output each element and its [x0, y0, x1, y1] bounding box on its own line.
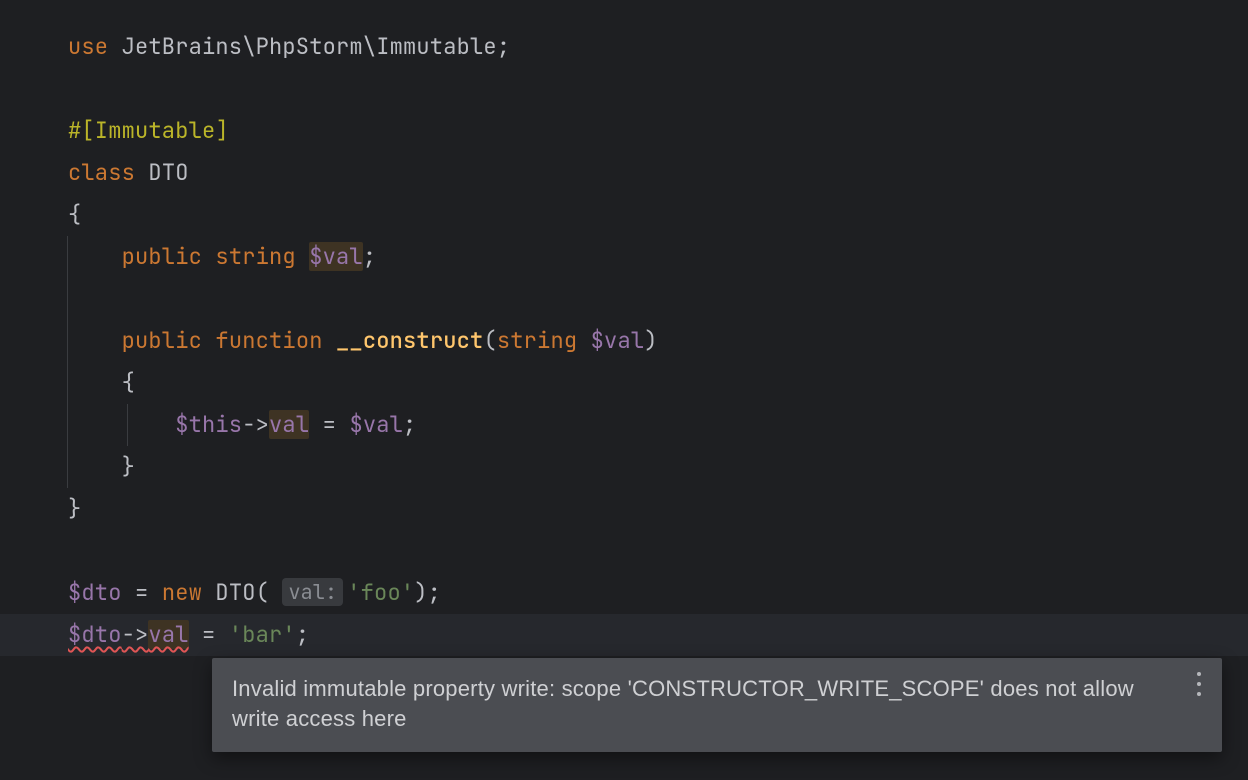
code-line[interactable]: public string $val;: [68, 236, 1248, 278]
code-line[interactable]: $this->val = $val;: [68, 404, 1248, 446]
tooltip-message: Invalid immutable property write: scope …: [232, 676, 1134, 731]
code-line[interactable]: [68, 530, 1248, 572]
namespace: JetBrains\PhpStorm\Immutable: [122, 32, 497, 61]
code-line[interactable]: #[Immutable]: [68, 110, 1248, 152]
code-editor[interactable]: use JetBrains\PhpStorm\Immutable; #[Immu…: [0, 0, 1248, 780]
code-line[interactable]: use JetBrains\PhpStorm\Immutable;: [68, 26, 1248, 68]
code-line[interactable]: public function __construct(string $val): [68, 320, 1248, 362]
code-line[interactable]: [68, 278, 1248, 320]
code-line[interactable]: }: [68, 446, 1248, 488]
code-line[interactable]: {: [68, 194, 1248, 236]
code-line[interactable]: class DTO: [68, 152, 1248, 194]
more-actions-icon[interactable]: [1190, 672, 1208, 696]
code-line[interactable]: }: [68, 488, 1248, 530]
keyword-use: use: [68, 32, 108, 61]
code-line[interactable]: $dto = new DTO( val:'foo');: [68, 572, 1248, 614]
parameter-hint: val:: [282, 578, 343, 606]
class-name: DTO: [148, 158, 188, 187]
code-line[interactable]: [68, 68, 1248, 110]
attribute: #[Immutable]: [68, 116, 229, 145]
method-name: __construct: [336, 326, 483, 355]
code-line[interactable]: {: [68, 362, 1248, 404]
inspection-tooltip: Invalid immutable property write: scope …: [212, 658, 1222, 752]
code-line-error[interactable]: $dto->val = 'bar';: [68, 614, 1248, 656]
property-var: $val: [309, 242, 363, 271]
